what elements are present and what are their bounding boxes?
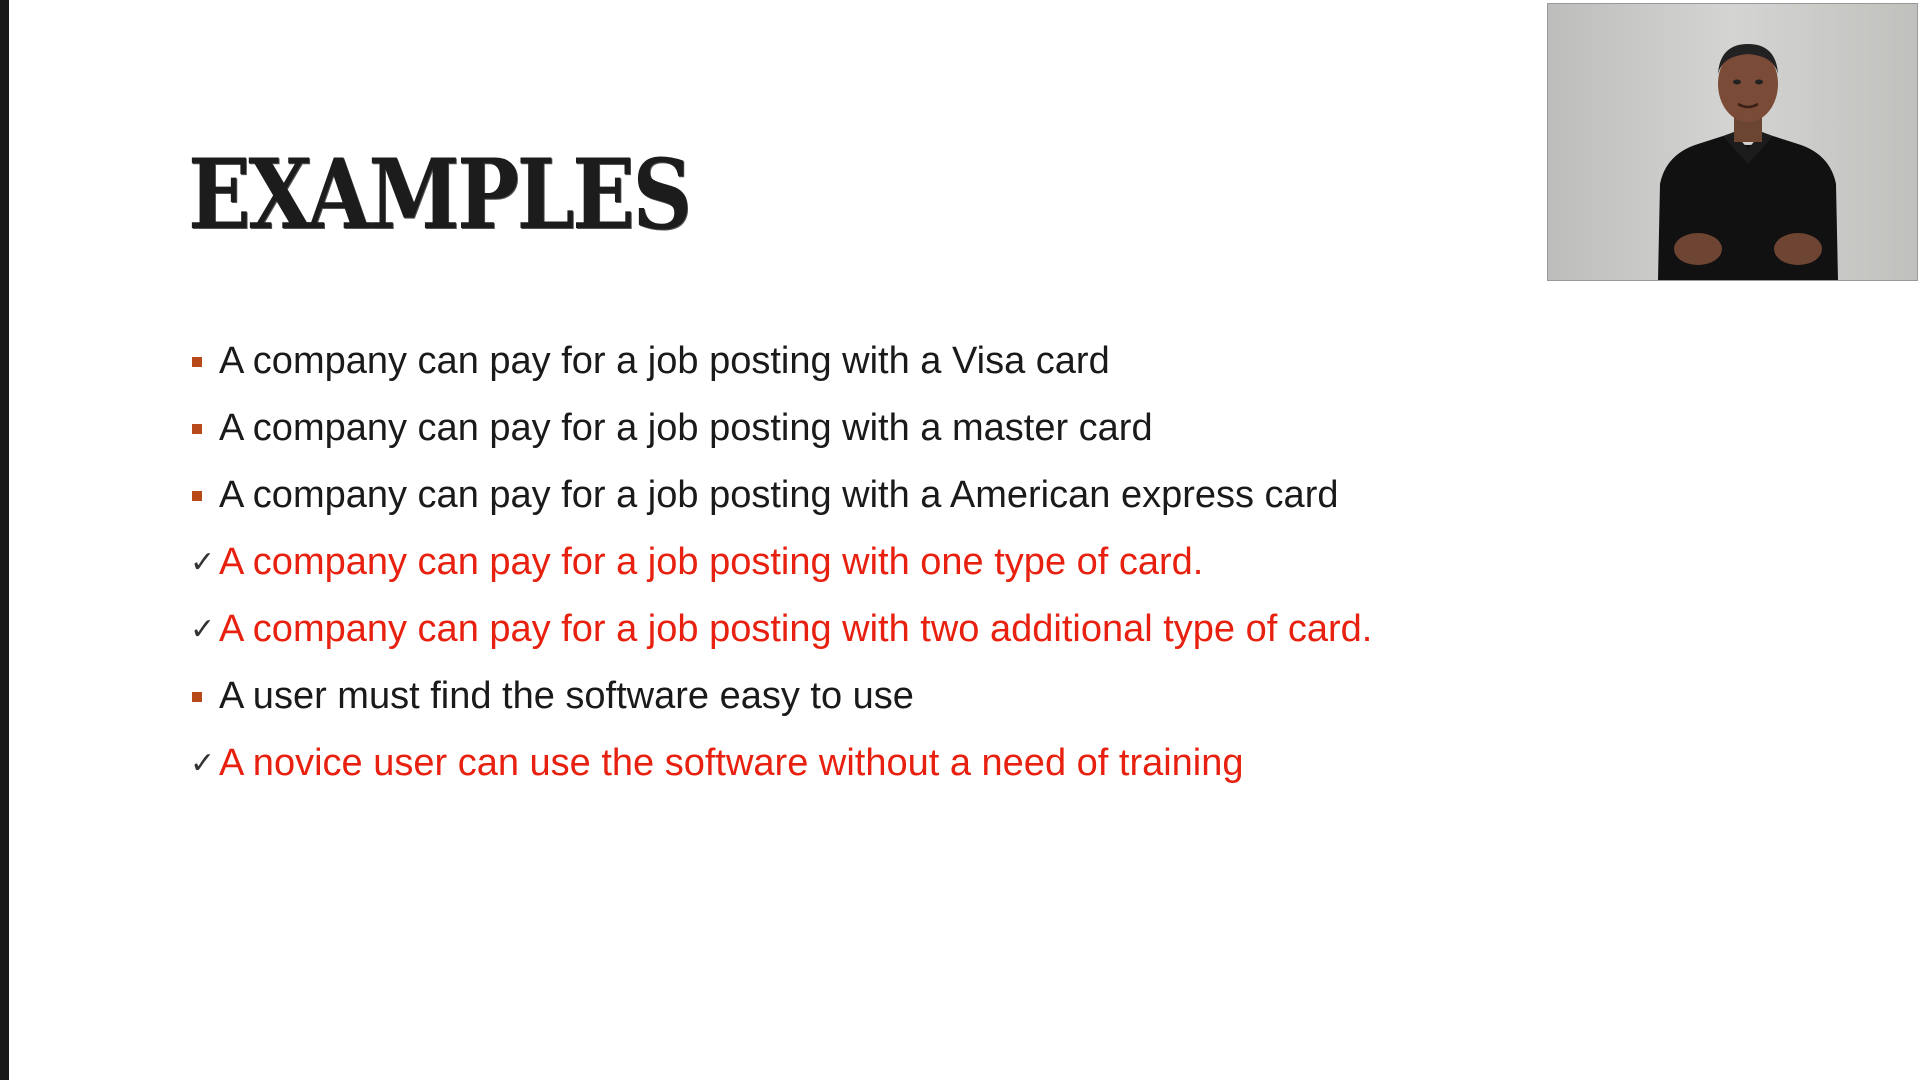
bullet-text: A user must find the software easy to us… [219, 675, 914, 717]
presenter-webcam-overlay [1547, 3, 1918, 281]
bullet-item: ✓ A company can pay for a job posting wit… [190, 529, 1372, 596]
bullet-text: A novice user can use the software witho… [219, 742, 1244, 784]
bullet-item: ✓ A company can pay for a job posting wit… [190, 596, 1372, 663]
checkmark-icon: ✓ [190, 611, 216, 647]
bullet-item: A company can pay for a job posting with… [190, 462, 1372, 529]
checkmark-icon: ✓ [190, 544, 216, 580]
bullet-text: A company can pay for a job posting with… [219, 608, 1373, 650]
slide-title: EXAMPLES [188, 138, 692, 251]
bullet-list: A company can pay for a job posting with… [190, 328, 1372, 797]
bullet-item: ✓ A novice user can use the software with… [190, 730, 1372, 797]
window-edge [0, 0, 9, 1080]
slide-canvas: EXAMPLES A company can pay for a job pos… [0, 0, 1920, 1080]
presenter-video-icon [1548, 4, 1917, 280]
bullet-text: A company can pay for a job posting with… [219, 541, 1204, 583]
checkmark-icon: ✓ [190, 745, 216, 781]
bullet-text: A company can pay for a job posting with… [219, 407, 1153, 449]
bullet-item: A company can pay for a job posting with… [190, 395, 1372, 462]
bullet-item: A company can pay for a job posting with… [190, 328, 1372, 395]
bullet-text: A company can pay for a job posting with… [219, 340, 1110, 382]
bullet-item: A user must find the software easy to us… [190, 663, 1372, 730]
bullet-text: A company can pay for a job posting with… [219, 474, 1339, 516]
